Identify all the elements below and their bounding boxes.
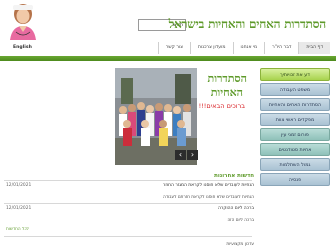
banner-welcome-text: ברוכים הבאים!!! (198, 102, 245, 110)
nurse-photo (6, 2, 40, 40)
news-more-link[interactable]: לכל החדשות (6, 226, 29, 231)
nav-contact[interactable]: צור קשר (157, 42, 190, 54)
news-title[interactable]: ברכה ליום ההוקרה (218, 206, 254, 211)
sidebar-item-students[interactable]: אחיות סטודנטים (260, 143, 330, 156)
header: חפש הסתדרות האחים והאחיות בישראל (0, 0, 336, 40)
news-divider (4, 180, 252, 181)
sidebar-item-labor-law[interactable]: משפט העבודה (260, 83, 330, 96)
site-title[interactable]: הסתדרות האחים והאחיות בישראל (169, 17, 327, 32)
sidebar-item-union[interactable]: הסתדרות האחים והאחיות (260, 98, 330, 111)
news-divider (4, 236, 252, 237)
sidebar-menu: דע את זכויותיך משפט העבודה הסתדרות האחים… (260, 68, 330, 188)
banner-heading-line1: הסתדרות (207, 72, 247, 85)
banner-prev-button[interactable]: ‹ (175, 150, 186, 160)
nav-home[interactable]: דף הבית (298, 42, 330, 54)
sidebar-item-team-leaders[interactable]: מפקדים ראשי צוות (260, 113, 330, 126)
hero-banner[interactable]: הסתדרות האחיות ברוכים הבאים!!! ‹ › (115, 68, 253, 165)
header-divider (0, 56, 336, 61)
nav-consumer-club[interactable]: מועדון צרכנות (189, 42, 233, 54)
sidebar-item-rights[interactable]: דע את זכויותיך (260, 68, 330, 81)
news-item[interactable]: 12/01/2021 ברכה ליום ההוקרה (6, 206, 254, 216)
news-heading: חדשות אחרונות (214, 173, 254, 179)
top-nav: דף הבית דבר היו"ר מי אנחנו מועדון צרכנות… (6, 42, 330, 54)
news-summary: עדכון מקצועיות (226, 241, 254, 246)
news-date: 12/01/2021 (6, 206, 32, 211)
banner-heading-line2: האחיות (210, 86, 243, 99)
nav-chair-word[interactable]: דבר היו"ר (264, 42, 298, 54)
banner-nav: ‹ › (175, 150, 198, 160)
news-item[interactable]: 12/01/2021 הנחיות לעובדים שלא חוסנו לקרא… (6, 183, 254, 193)
news-summary: ברכה ליום הזה (227, 217, 254, 222)
banner-next-button[interactable]: › (187, 150, 198, 160)
nav-about[interactable]: מי אנחנו (232, 42, 265, 54)
nav-english[interactable]: English (6, 42, 39, 54)
news-title[interactable]: הנחיות לעובדים שלא חוסנו לקראת המגזר החו… (163, 183, 254, 188)
sidebar-item-training-bonus[interactable]: גמול השתלמות (260, 158, 330, 171)
sidebar-item-forum[interactable]: פורום זמני עין (260, 128, 330, 141)
sidebar-item-pension[interactable]: פנסיה (260, 173, 330, 186)
news-divider (4, 203, 252, 204)
news-date: 12/01/2021 (6, 183, 32, 188)
news-summary: הנחיות לעובדים שלא חוסנו לקראת חזרתם לעב… (162, 194, 254, 199)
